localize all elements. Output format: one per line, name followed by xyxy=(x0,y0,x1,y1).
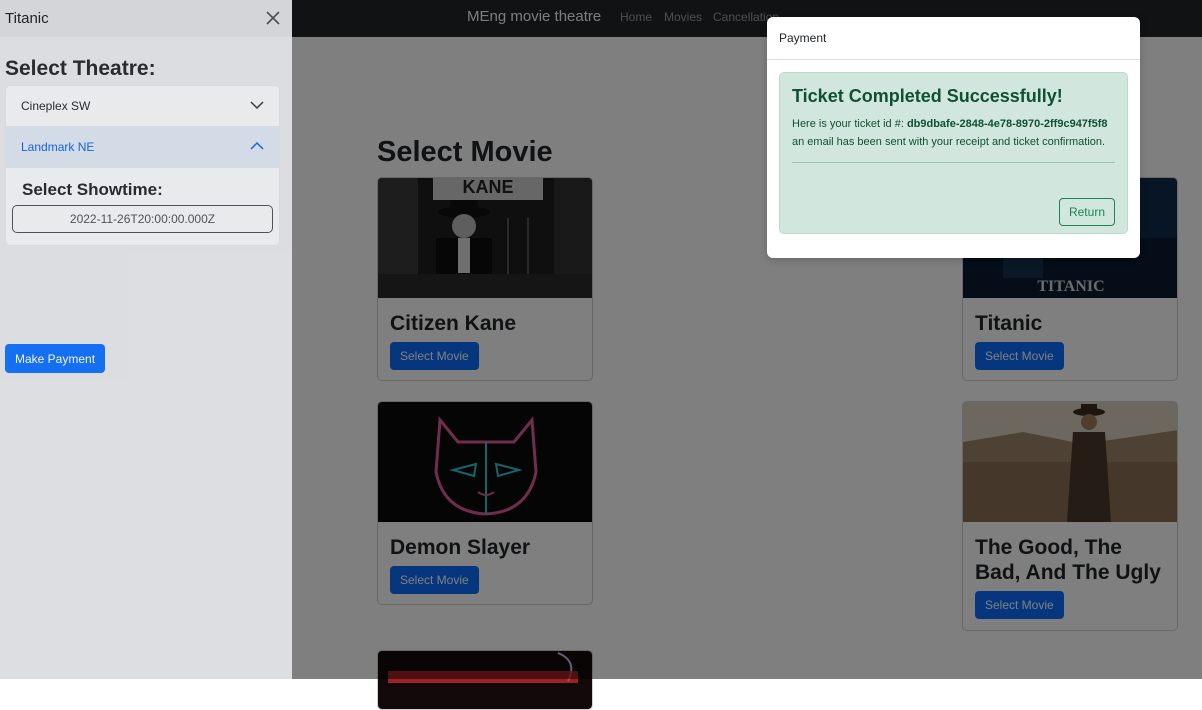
chevron-up-icon xyxy=(250,139,264,156)
return-button[interactable]: Return xyxy=(1058,198,1115,226)
close-icon[interactable] xyxy=(264,9,282,27)
make-payment-button[interactable]: Make Payment xyxy=(5,344,106,373)
alert-text-prefix: Here is your ticket id #: xyxy=(792,118,907,130)
accordion-item-landmark-ne[interactable]: Landmark NE xyxy=(6,127,279,168)
alert-heading: Ticket Completed Successfully! xyxy=(792,86,1063,106)
offcanvas-sidebar: Titanic Select Theatre: Cineplex SW Land… xyxy=(0,0,292,679)
accordion-item-cineplex-sw[interactable]: Cineplex SW xyxy=(6,86,279,127)
select-showtime-heading: Select Showtime: xyxy=(22,180,163,199)
accordion-label: Cineplex SW xyxy=(21,99,91,113)
accordion-label: Landmark NE xyxy=(21,140,95,154)
theatre-accordion: Cineplex SW Landmark NE Select Showtime:… xyxy=(5,85,280,246)
alert-divider xyxy=(792,162,1115,163)
payment-modal: Payment Ticket Completed Successfully! H… xyxy=(767,17,1140,258)
alert-text-suffix: an email has been sent with your receipt… xyxy=(792,136,1106,148)
chevron-down-icon xyxy=(250,98,264,115)
offcanvas-title: Titanic xyxy=(5,10,49,27)
accordion-body: Select Showtime: 2022-11-26T20:00:00.000… xyxy=(6,168,279,245)
modal-header: Payment xyxy=(767,17,1140,60)
alert-message: Here is your ticket id #: db9dbafe-2848-… xyxy=(792,115,1115,151)
ticket-id: db9dbafe-2848-4e78-8970-2ff9c947f5f8 xyxy=(906,118,1108,130)
select-theatre-heading: Select Theatre: xyxy=(5,57,156,80)
modal-title: Payment xyxy=(779,31,827,45)
success-alert: Ticket Completed Successfully! Here is y… xyxy=(779,72,1128,234)
showtime-button[interactable]: 2022-11-26T20:00:00.000Z xyxy=(12,205,273,233)
